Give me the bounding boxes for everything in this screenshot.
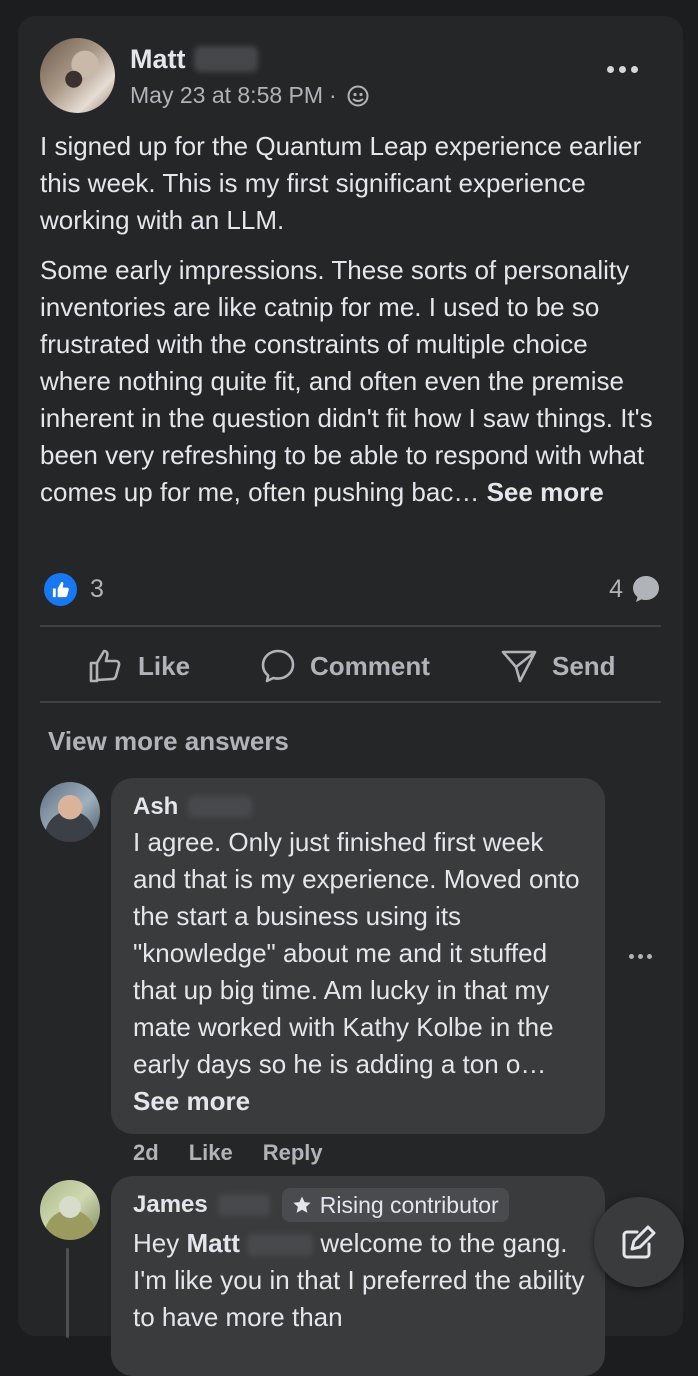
comment-see-more-link[interactable]: See more	[133, 1086, 250, 1116]
comment-count[interactable]: 4	[609, 575, 623, 604]
post-paragraph-2-text: Some early impressions. These sorts of p…	[40, 255, 653, 507]
meta-separator: ·	[329, 82, 337, 108]
comment-text: I agree. Only just finished first week a…	[133, 824, 593, 1120]
comment-actions: 2d Like Reply	[133, 1140, 323, 1166]
thumbs-up-icon	[52, 581, 69, 598]
view-more-answers-link[interactable]: View more answers	[48, 726, 289, 757]
post-options-button[interactable]	[602, 54, 642, 84]
comment-text-body: I agree. Only just finished first week a…	[133, 827, 580, 1079]
more-dot	[618, 65, 626, 73]
thread-line	[66, 1248, 69, 1338]
like-button[interactable]: Like	[88, 630, 190, 702]
commenter-avatar-james[interactable]	[40, 1180, 100, 1240]
redacted-surname	[193, 46, 258, 72]
more-dot	[638, 954, 643, 959]
comment-text-prefix: Hey	[133, 1228, 187, 1258]
commenter-name[interactable]: Ash	[133, 793, 178, 821]
like-label: Like	[138, 650, 191, 681]
author-name-row: Matt	[130, 42, 258, 76]
thumbs-up-outline-icon	[89, 649, 121, 683]
reactions-row: 3 4	[40, 571, 661, 609]
comment-like-button[interactable]: Like	[189, 1140, 233, 1166]
post-body: I signed up for the Quantum Leap experie…	[40, 128, 665, 511]
comment-bubble-james: James Rising contributor Hey Matt welcom…	[111, 1176, 605, 1376]
reaction-count[interactable]: 3	[90, 575, 104, 604]
author-name[interactable]: Matt	[130, 44, 186, 75]
rising-contributor-badge[interactable]: Rising contributor	[281, 1188, 509, 1222]
comment-label: Comment	[310, 650, 430, 681]
star-icon	[293, 1196, 311, 1213]
send-button[interactable]: Send	[500, 630, 616, 702]
like-reaction-icon[interactable]	[44, 573, 77, 606]
more-dots-icon	[629, 954, 634, 959]
comment-age: 2d	[133, 1140, 159, 1165]
comment-outline-icon	[261, 649, 295, 683]
author-avatar[interactable]	[40, 38, 115, 113]
compose-button[interactable]	[594, 1197, 684, 1287]
comment-bubble-ash: Ash I agree. Only just finished first we…	[111, 778, 605, 1134]
divider-top	[40, 625, 661, 627]
post-meta: May 23 at 8:58 PM ·	[130, 82, 369, 109]
mentioned-user[interactable]: Matt	[186, 1228, 239, 1258]
badge-label: Rising contributor	[319, 1191, 499, 1218]
post-timestamp[interactable]: May 23 at 8:58 PM	[130, 82, 323, 109]
commenter-name-row: James Rising contributor	[133, 1188, 509, 1222]
send-label: Send	[552, 650, 616, 681]
comment-count-icon	[633, 576, 659, 602]
commenter-name-row: Ash	[133, 793, 253, 821]
comment-reply-button[interactable]: Reply	[263, 1140, 323, 1166]
commenter-avatar-ash[interactable]	[40, 782, 100, 842]
more-dots-icon	[606, 65, 614, 73]
comment-text: Hey Matt welcome to the gang. I'm like y…	[133, 1225, 593, 1336]
more-dot	[647, 954, 652, 959]
action-bar: Like Comment Send	[40, 630, 661, 702]
send-icon	[501, 650, 537, 683]
comment-options-button[interactable]	[629, 954, 652, 959]
redacted-surname	[217, 1194, 270, 1216]
commenter-name[interactable]: James	[133, 1191, 208, 1219]
post-card: Matt May 23 at 8:58 PM · I signed up for…	[18, 16, 683, 1376]
edit-compose-icon	[622, 1225, 656, 1259]
see-more-link[interactable]: See more	[487, 477, 604, 507]
redacted-surname	[247, 1234, 314, 1257]
more-dot	[630, 65, 638, 73]
post-header: Matt May 23 at 8:58 PM ·	[40, 38, 660, 114]
group-audience-icon	[347, 85, 369, 106]
comment-button[interactable]: Comment	[260, 630, 430, 702]
post-paragraph-2: Some early impressions. These sorts of p…	[40, 252, 665, 511]
redacted-surname	[188, 796, 253, 818]
divider-bottom	[40, 701, 661, 703]
post-paragraph-1: I signed up for the Quantum Leap experie…	[40, 131, 642, 235]
